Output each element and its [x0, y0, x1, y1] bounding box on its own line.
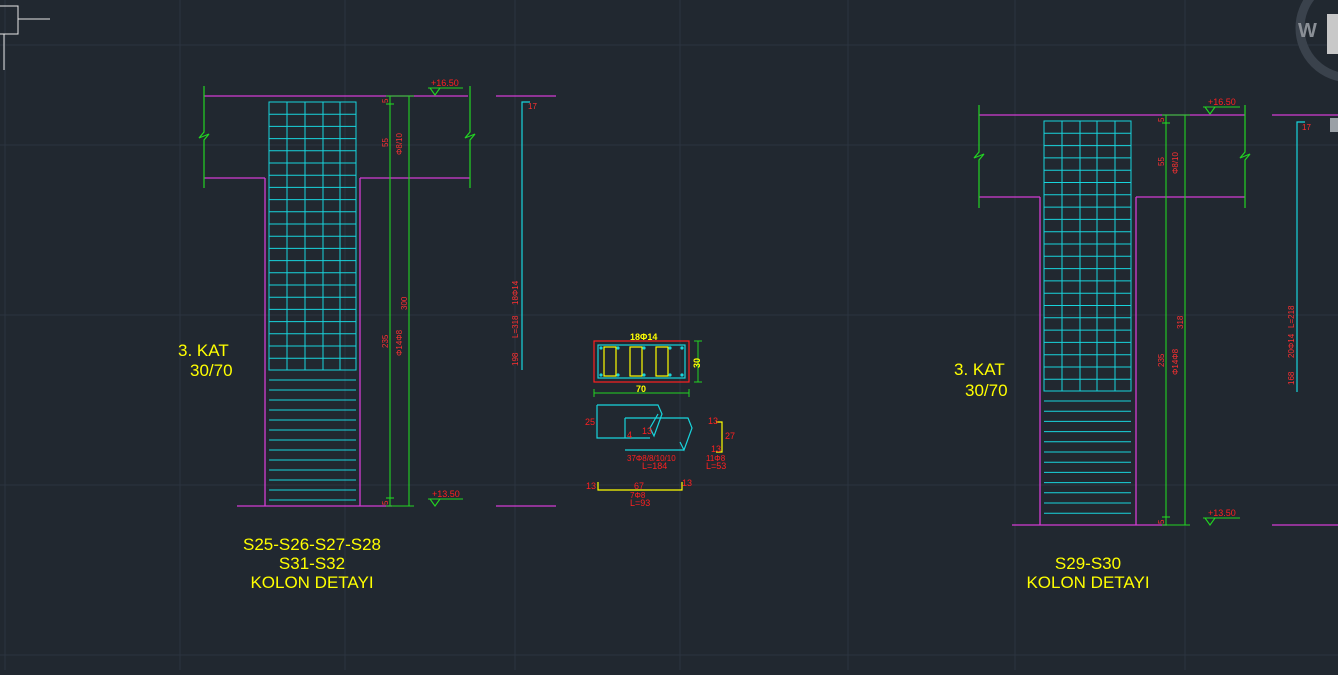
section-rebar-dot	[668, 346, 672, 350]
right-column-detail: +16.50 +13.50 17 5 55 Φ8/10 318 235 Φ14Φ…	[954, 97, 1338, 592]
section-height-dim: 30	[692, 358, 702, 368]
section-rebar-dot	[680, 346, 684, 350]
right-dim-end-top: 5	[1157, 117, 1166, 122]
section-rebar-label: 18Φ14	[630, 332, 657, 342]
left-level-top: +16.50	[431, 78, 459, 88]
left-dim-end-top: 5	[381, 98, 390, 103]
right-level-top: +16.50	[1208, 97, 1236, 107]
left-dim-mid: 235	[381, 334, 390, 348]
left-level-bottom-marker: +13.50	[428, 489, 463, 507]
right-bar-text-a: 20Φ14	[1287, 333, 1296, 358]
stirrup-dim-b: 4	[627, 430, 632, 440]
stirrup-dim-a: 25	[585, 417, 595, 427]
left-level-bottom: +13.50	[432, 489, 460, 499]
section-width-dim: 70	[636, 384, 646, 394]
left-dim-stirrup-top: Φ8/10	[395, 132, 404, 155]
left-dim-beam: 55	[381, 138, 390, 147]
ucs-icon[interactable]	[0, 5, 50, 70]
section-rebar-dot	[616, 373, 620, 377]
left-title-line2: S31-S32	[279, 554, 345, 573]
right-dim-beam: 55	[1157, 157, 1166, 166]
left-dim-stirrup-mid: Φ14Φ8	[395, 329, 404, 356]
grid-lines	[0, 0, 1338, 670]
left-title-line3: KOLON DETAYI	[250, 573, 373, 592]
left-dim-end-bottom: 5	[381, 500, 390, 505]
right-dim-end-bottom: 5	[1157, 519, 1166, 524]
tie-length: L=53	[706, 461, 726, 471]
left-level-top-marker: +16.50	[428, 78, 463, 96]
right-title-line1: S29-S30	[1055, 554, 1121, 573]
tie-dim-c: 13	[711, 444, 721, 454]
right-floor-name: 3. KAT	[954, 360, 1005, 379]
left-column-detail: +16.50 +13.50 17 5 55 Φ8/10 300 235 Φ14Φ…	[178, 78, 556, 592]
stirrup-length: L=184	[642, 461, 667, 471]
left-bar-text-a: 18Φ14	[511, 280, 520, 305]
section-rebar-dot	[668, 373, 672, 377]
cross-section-detail: 18Φ14 70 30 25 4 13 37Φ8/8/10/10 L=184 1…	[585, 332, 735, 508]
right-level-bottom: +13.50	[1208, 508, 1236, 518]
left-section-size: 30/70	[190, 361, 233, 380]
right-dim-stirrup-top: Φ8/10	[1171, 151, 1180, 174]
left-title-line1: S25-S26-S27-S28	[243, 535, 381, 554]
right-level-top-marker: +16.50	[1203, 97, 1240, 115]
section-rebar-dot	[642, 373, 646, 377]
right-bar-text-c: 168	[1287, 371, 1296, 385]
stirrup-dim-c: 13	[642, 426, 652, 436]
left-rebar-cage	[268, 101, 357, 501]
bar-length: L=93	[630, 498, 650, 508]
right-level-bottom-marker: +13.50	[1203, 508, 1240, 526]
right-title-line2: KOLON DETAYI	[1026, 573, 1149, 592]
viewcube-menu-icon[interactable]	[1330, 118, 1338, 132]
right-dim-stirrup-mid: Φ14Φ8	[1171, 348, 1180, 375]
left-bar-text-b: L=318	[511, 315, 520, 338]
bar-dim-right: 13	[682, 478, 692, 488]
right-dim-total: 318	[1176, 315, 1185, 329]
tie-dim-b: 27	[725, 431, 735, 441]
tie-dim-a: 13	[708, 416, 718, 426]
left-floor-name: 3. KAT	[178, 341, 229, 360]
right-section-size: 30/70	[965, 381, 1008, 400]
bar-dim-mid: 67	[634, 481, 644, 491]
section-rebar-dot	[680, 373, 684, 377]
right-rebar-cage	[1043, 120, 1132, 514]
left-bar-text-c: 198	[511, 352, 520, 366]
left-top-small: 17	[528, 102, 537, 111]
right-dim-mid: 235	[1157, 353, 1166, 367]
section-rebar-dot	[616, 346, 620, 350]
bar-dim-left: 13	[586, 481, 596, 491]
left-dim-total: 300	[400, 296, 409, 310]
section-rebar-dot	[599, 373, 603, 377]
cad-viewport[interactable]: W +16.50 +13.50 17 5 55 Φ8/10 300 235 Φ1…	[0, 0, 1338, 670]
viewcube-face[interactable]	[1327, 14, 1338, 54]
section-rebar-dot	[642, 346, 646, 350]
right-top-small: 17	[1302, 123, 1311, 132]
section-rebar-dot	[599, 346, 603, 350]
viewcube[interactable]: W	[1295, 0, 1338, 132]
right-bar-text-b: L=218	[1287, 305, 1296, 328]
cad-drawing[interactable]: W +16.50 +13.50 17 5 55 Φ8/10 300 235 Φ1…	[0, 0, 1338, 670]
viewcube-compass-label: W	[1298, 20, 1317, 42]
